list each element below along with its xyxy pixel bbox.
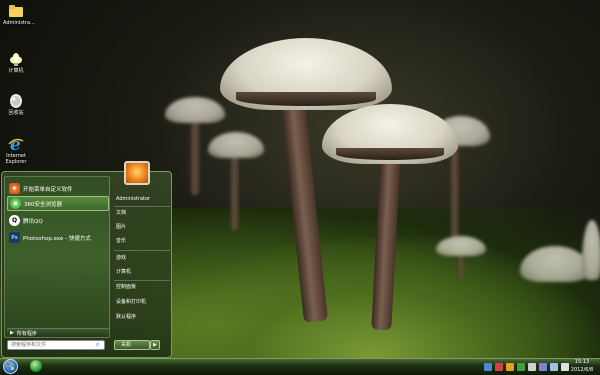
program-item-qq[interactable]: Q 腾讯QQ [7,213,109,228]
link-music[interactable]: 音乐 [114,235,171,247]
link-games[interactable]: 游戏 [114,252,171,264]
link-devices-printers[interactable]: 设备和打印机 [114,296,171,308]
start-menu-programs-pane: ★ 开始菜单自定义软件 e 360安全浏览器 Q 腾讯QQ Ps Photosh… [4,176,110,338]
mushroom-gill-second [336,148,444,160]
network-icon[interactable] [550,362,558,371]
user-avatar[interactable] [124,161,150,185]
user-name[interactable]: Administrator [114,193,171,205]
recycle-bin-icon [7,92,25,110]
clock-date: 2012/6/8 [570,367,594,373]
system-tray [484,361,569,372]
desktop-icon-admin[interactable]: Administra... [3,2,35,27]
tray-app-icon[interactable] [539,362,547,371]
program-item-photoshop[interactable]: Ps Photoshop.exe - 快捷方式 [7,230,109,245]
desktop-icon-computer[interactable]: 计算机 [3,50,29,75]
shutdown-button[interactable]: 关机 [114,340,150,350]
desktop-icon-recycle-bin[interactable]: 回收站 [3,92,29,117]
browser-360-icon: e [10,198,21,209]
quicklaunch-browser-icon[interactable] [30,360,42,372]
mushroom-gill-main [236,92,376,106]
link-documents[interactable]: 文档 [114,207,171,219]
all-programs-button[interactable]: ▶ 所有程序 [7,328,109,337]
desktop-icon-ie[interactable]: e Internet Explorer [3,135,29,165]
computer-icon [7,50,25,68]
windows-logo-icon [7,363,14,370]
arrow-right-icon: ▶ [153,342,157,348]
taskbar-clock[interactable]: 15:13 2012/6/8 [566,358,598,374]
program-item-menu-customizer[interactable]: ★ 开始菜单自定义软件 [7,181,109,196]
ie-icon: e [7,135,25,153]
tray-app-icon[interactable] [517,362,525,371]
link-default-programs[interactable]: 默认程序 [114,311,171,323]
user-folder-icon [7,2,25,20]
orange-app-icon: ★ [9,183,20,194]
search-input[interactable] [7,340,105,350]
shutdown-options-button[interactable]: ▶ [150,340,160,350]
link-control-panel[interactable]: 控制面板 [114,281,171,293]
search-icon[interactable]: ⌕ [96,341,99,349]
program-item-360-browser[interactable]: e 360安全浏览器 [7,196,109,211]
tray-app-icon[interactable] [495,362,503,371]
start-button[interactable] [3,359,18,374]
tray-app-icon[interactable] [506,362,514,371]
qq-icon: Q [9,215,20,226]
clock-time: 15:13 [574,359,590,365]
tray-app-icon[interactable] [528,362,536,371]
start-menu: ★ 开始菜单自定义软件 e 360安全浏览器 Q 腾讯QQ Ps Photosh… [1,171,172,358]
link-computer[interactable]: 计算机 [114,266,171,278]
tray-app-icon[interactable] [484,362,492,371]
svg-text:e: e [10,135,21,153]
arrow-right-icon: ▶ [10,330,14,336]
photoshop-icon: Ps [9,232,20,243]
link-pictures[interactable]: 图片 [114,221,171,233]
separator [114,250,170,251]
